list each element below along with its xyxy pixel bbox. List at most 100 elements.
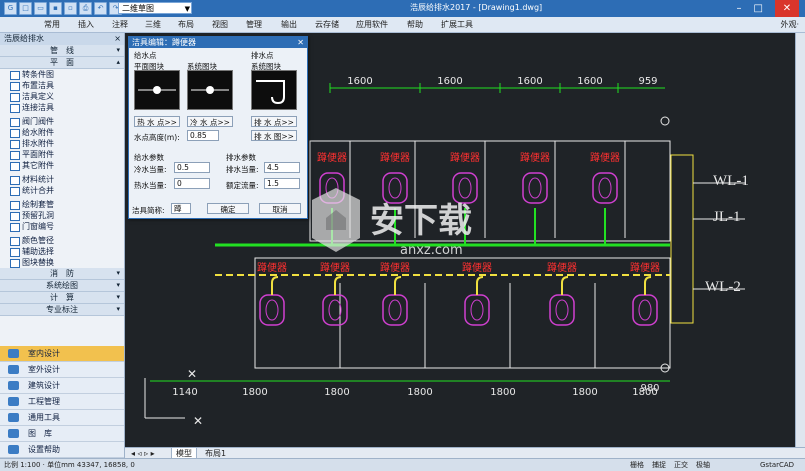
tool-item[interactable]: 预留孔洞 (0, 210, 124, 221)
settings-icon (8, 445, 19, 454)
cancel-button[interactable]: 取消 (259, 203, 301, 214)
chevron-down-icon: ▾ (116, 305, 120, 313)
chevron-down-icon: ▾ (116, 281, 120, 289)
menu-annotate[interactable]: 注释 (112, 19, 128, 30)
nav-project-manage[interactable]: 工程管理 (0, 394, 124, 410)
open-file-icon[interactable]: ▭ (34, 2, 47, 15)
category-label: 系统绘图 (46, 281, 78, 290)
tool-item[interactable]: 其它附件 (0, 160, 124, 171)
cold-water-point-button[interactable]: 冷 水 点>> (187, 116, 233, 127)
menu-home[interactable]: 常用 (44, 19, 60, 30)
tool-item[interactable]: 颜色管径 (0, 235, 124, 246)
hot-water-point-button[interactable]: 热 水 点>> (134, 116, 180, 127)
status-grid-button[interactable]: 栅格 (630, 459, 644, 471)
system-block-preview[interactable] (187, 70, 233, 110)
supply-point-label: 给水点 (134, 51, 157, 60)
app-menu-icon[interactable]: G (4, 2, 17, 15)
chevron-down-icon: ▼ (184, 5, 190, 13)
plan-block-preview[interactable] (134, 70, 180, 110)
close-icon[interactable]: × (114, 33, 121, 45)
status-polar-button[interactable]: 极轴 (696, 459, 710, 471)
drain-fitting-icon (10, 140, 20, 149)
tool-item[interactable]: 洁具定义 (0, 91, 124, 102)
menu-layout[interactable]: 布局 (178, 19, 194, 30)
menu-manage[interactable]: 管理 (246, 19, 262, 30)
rated-flow-field[interactable]: 1.5 (264, 178, 300, 189)
tool-item[interactable]: 门窗编号 (0, 221, 124, 232)
vertical-scrollbar[interactable] (795, 33, 805, 447)
coordinates-readout: 比例 1:100 · 单位mm 43347, 16858, 0 (4, 461, 135, 469)
category-calc[interactable]: 计 算 ▾ (0, 292, 124, 304)
cold-eq-field[interactable]: 0.5 (174, 162, 210, 173)
status-snap-button[interactable]: 捕捉 (652, 459, 666, 471)
toilet-bowl-icon (328, 299, 342, 321)
drain-point-button[interactable]: 排 水 点>> (251, 116, 297, 127)
drain-block-preview[interactable] (251, 70, 297, 110)
minimize-button[interactable]: – (737, 0, 742, 17)
category-plane[interactable]: 平 面 ▴ (0, 57, 124, 69)
new-file-icon[interactable]: □ (19, 2, 32, 15)
dialog-title-text: 洁具编辑：蹲便器 (132, 38, 196, 47)
tool-item[interactable]: 转条件图 (0, 69, 124, 80)
height-field[interactable]: 0.85 (187, 130, 219, 141)
tool-item[interactable]: 给水附件 (0, 127, 124, 138)
hot-eq-field[interactable]: 0 (174, 178, 210, 189)
tool-item[interactable]: 绘制套管 (0, 199, 124, 210)
menu-view[interactable]: 视图 (212, 19, 228, 30)
undo-icon[interactable]: ↶ (94, 2, 107, 15)
menu-extensions[interactable]: 扩展工具 (441, 19, 473, 30)
menu-appearance[interactable]: 外观· (780, 19, 799, 30)
tool-item[interactable]: 布置洁具 (0, 80, 124, 91)
dialog-title: 洁具编辑：蹲便器 ✕ (129, 37, 307, 48)
nav-settings-help[interactable]: 设置帮助 (0, 442, 124, 458)
category-system[interactable]: 系统绘图 ▾ (0, 280, 124, 292)
nav-label: 工程管理 (28, 397, 60, 406)
quick-access-toolbar: G □ ▭ ▪ ▫ ⎙ ↶ ↷ (4, 2, 122, 15)
menu-3d[interactable]: 三维 (145, 19, 161, 30)
tool-item[interactable]: 辅助选择 (0, 246, 124, 257)
tool-item[interactable]: 图块替换 (0, 257, 124, 268)
tool-item[interactable]: 材料统计 (0, 174, 124, 185)
window-title: 浩辰给排水2017 - [Drawing1.dwg] (410, 3, 543, 12)
ok-button[interactable]: 确定 (207, 203, 249, 214)
category-fire[interactable]: 消 防 ▾ (0, 268, 124, 280)
merge-icon (10, 187, 20, 196)
menu-output[interactable]: 输出 (281, 19, 297, 30)
menu-insert[interactable]: 插入 (78, 19, 94, 30)
maximize-button[interactable]: □ (754, 0, 763, 17)
status-brand: GstarCAD (760, 461, 795, 469)
menu-apps[interactable]: 应用软件 (356, 19, 388, 30)
outdoor-icon (8, 365, 19, 374)
menu-help[interactable]: 帮助 (407, 19, 423, 30)
save-as-icon[interactable]: ▫ (64, 2, 77, 15)
tool-item[interactable]: 连接洁具 (0, 102, 124, 113)
nav-outdoor-design[interactable]: 室外设计 (0, 362, 124, 378)
close-button[interactable]: ✕ (775, 0, 799, 17)
toilet-bowl-icon (265, 299, 279, 321)
nav-general-tools[interactable]: 通用工具 (0, 410, 124, 426)
toilet-bowl-icon (555, 299, 569, 321)
category-pipe[interactable]: 管 线 ▾ (0, 45, 124, 57)
tool-item[interactable]: 阀门阀件 (0, 116, 124, 127)
category-spec[interactable]: 专业标注 ▾ (0, 304, 124, 316)
workspace-select[interactable]: 二维草图 ▼ (118, 2, 192, 14)
status-ortho-button[interactable]: 正交 (674, 459, 688, 471)
close-icon[interactable]: ✕ (297, 37, 304, 48)
name-field[interactable]: 蹲 (171, 203, 191, 214)
dimension-text: 1600 (437, 76, 462, 87)
tool-label: 转条件图 (22, 70, 54, 79)
tool-item[interactable]: 平面附件 (0, 149, 124, 160)
nav-indoor-design[interactable]: 室内设计 (0, 346, 124, 362)
save-icon[interactable]: ▪ (49, 2, 62, 15)
tool-item[interactable]: 统计合并 (0, 185, 124, 196)
print-icon[interactable]: ⎙ (79, 2, 92, 15)
menu-cloud[interactable]: 云存储 (315, 19, 339, 30)
dimension-text: 980 (640, 383, 659, 394)
tool-item[interactable]: 排水附件 (0, 138, 124, 149)
window-controls: – □ ✕ (737, 0, 799, 17)
drain-eq-field[interactable]: 4.5 (264, 162, 300, 173)
nav-library[interactable]: 图 库 (0, 426, 124, 442)
nav-label: 建筑设计 (28, 381, 60, 390)
drain-view-button[interactable]: 排 水 图>> (251, 130, 297, 141)
nav-building-design[interactable]: 建筑设计 (0, 378, 124, 394)
